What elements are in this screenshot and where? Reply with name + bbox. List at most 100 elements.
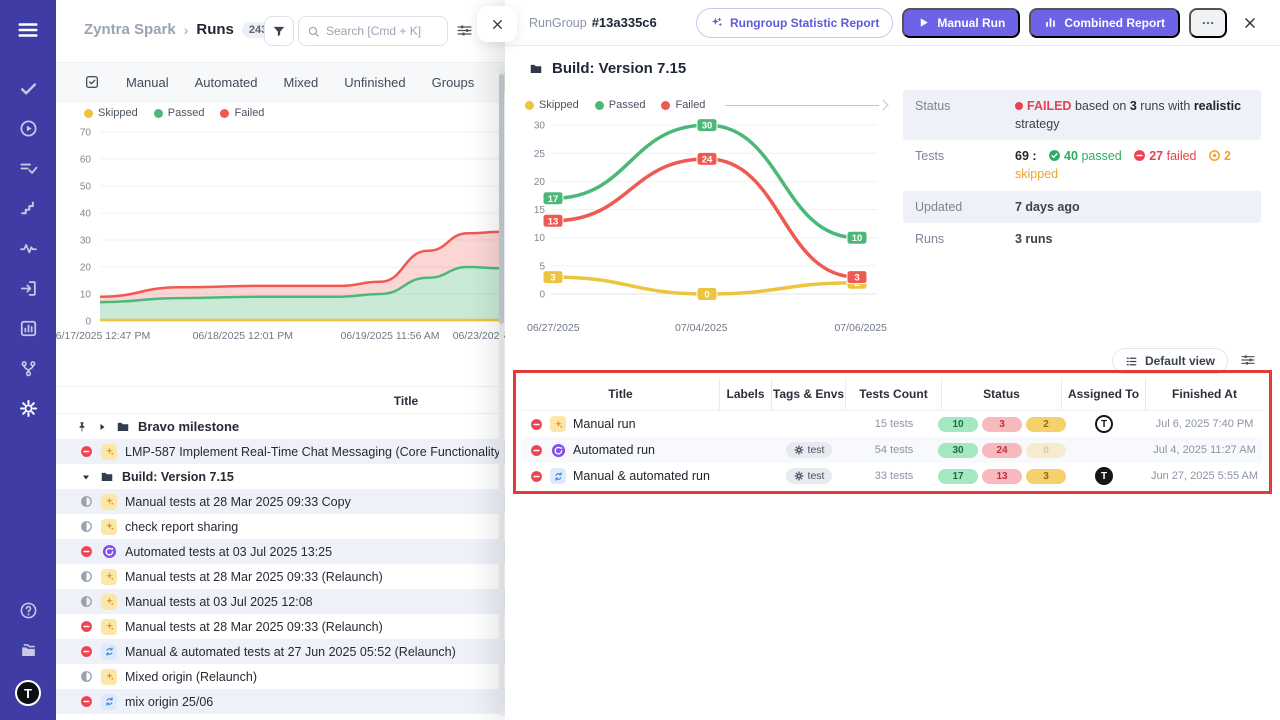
run-type-manual-icon [101, 594, 117, 610]
run-list-row[interactable]: LMP-587 Implement Real-Time Chat Messagi… [56, 439, 505, 464]
build-chart-xlabels: 06/27/202507/04/202507/06/2025 [525, 322, 887, 336]
run-list-row[interactable]: Manual tests at 28 Mar 2025 09:33 (Relau… [56, 614, 505, 639]
rungroup-id: #13a335c6 [592, 15, 657, 30]
table-settings-icon[interactable] [1240, 352, 1258, 370]
status-pill-passed: 17 [938, 469, 978, 484]
tab-automated[interactable]: Automated [195, 75, 258, 90]
svg-text:15: 15 [534, 205, 546, 216]
breadcrumb-project[interactable]: Zyntra Spark [84, 21, 176, 38]
x-tick-label: 06/18/2025 12:01 PM [178, 330, 308, 342]
assignee-avatar[interactable]: T [1095, 415, 1113, 433]
runs-table: TitleLabelsTags & EnvsTests CountStatusA… [522, 378, 1263, 486]
status-pills: 1032 [938, 417, 1066, 432]
run-title-cell: Automated run [522, 442, 720, 458]
run-type-manual-icon [101, 619, 117, 635]
tag-pill[interactable]: test [786, 442, 833, 458]
svg-text:20: 20 [80, 263, 92, 274]
tests-count-cell: 15 tests [846, 418, 942, 430]
status-cell: 30240 [942, 443, 1062, 458]
legend-item-failed[interactable]: Failed [220, 107, 264, 119]
manual-run-button[interactable]: Manual Run [902, 8, 1020, 38]
legend-dot-icon [525, 101, 534, 110]
tag-label: test [808, 444, 825, 456]
tab-groups[interactable]: Groups [432, 75, 475, 90]
default-view-label: Default view [1145, 354, 1215, 368]
detail-row-runs: Runs 3 runs [903, 223, 1261, 255]
scrollbar-thumb[interactable] [499, 74, 504, 324]
requirements-icon[interactable] [0, 268, 56, 308]
run-list-row[interactable]: Mixed origin (Relaunch) [56, 664, 505, 689]
assigned-cell: T [1062, 467, 1146, 485]
table-row[interactable]: Automated runtest54 tests30240Jul 4, 202… [522, 437, 1263, 463]
in-progress-status-icon [80, 495, 93, 508]
run-title: Manual tests at 28 Mar 2025 09:33 Copy [125, 495, 351, 509]
tests-label: Tests [915, 147, 1015, 183]
x-tick-label: 06/23/2025 5:52 PM [435, 330, 505, 342]
run-title: Mixed origin (Relaunch) [125, 670, 257, 684]
gear-icon [794, 445, 804, 455]
failed-status-icon [80, 645, 93, 658]
tab-manual[interactable]: Manual [126, 75, 169, 90]
help-icon[interactable] [0, 590, 56, 630]
test-cases-icon[interactable] [0, 68, 56, 108]
column-header-title: Title [356, 394, 456, 408]
topbar: Zyntra Spark › Runs 243 [56, 0, 505, 62]
folder-icon [116, 420, 130, 434]
legend-dot-icon [154, 109, 163, 118]
menu-icon[interactable] [0, 10, 56, 50]
milestone-row[interactable]: Bravo milestone [56, 414, 505, 439]
runs-icon[interactable] [0, 108, 56, 148]
legend-item-failed[interactable]: Failed [661, 99, 705, 111]
settings-icon[interactable] [0, 388, 56, 428]
view-settings-icon[interactable] [456, 22, 476, 42]
reports-icon[interactable] [0, 308, 56, 348]
assignee-avatar[interactable]: T [1095, 467, 1113, 485]
run-list-row[interactable]: mix origin 25/06 [56, 689, 505, 714]
svg-text:10: 10 [852, 233, 863, 244]
build-row[interactable]: Build: Version 7.15 [56, 464, 505, 489]
rungroup-drawer: RunGroup #13a335c6 Rungroup Statistic Re… [505, 0, 1280, 720]
svg-text:30: 30 [534, 121, 546, 132]
legend-item-skipped[interactable]: Skipped [84, 107, 138, 119]
breadcrumb: Zyntra Spark › Runs 243 [84, 21, 274, 38]
workflow-icon[interactable] [0, 348, 56, 388]
table-row[interactable]: Manual & automated runtest33 tests17133T… [522, 463, 1263, 489]
table-row[interactable]: Manual run15 tests1032TJul 6, 2025 7:40 … [522, 411, 1263, 437]
steps-icon[interactable] [0, 188, 56, 228]
pin-icon [76, 421, 88, 433]
run-list-row[interactable]: Automated tests at 03 Jul 2025 13:25 [56, 539, 505, 564]
more-actions-button[interactable] [1189, 8, 1227, 38]
activity-icon[interactable] [0, 228, 56, 268]
run-list-row[interactable]: Manual tests at 03 Jul 2025 12:08 [56, 589, 505, 614]
tag-pill[interactable]: test [786, 468, 833, 484]
filter-button[interactable] [264, 16, 294, 46]
drawer-close-button[interactable] [1236, 9, 1264, 37]
scrollbar[interactable] [499, 66, 504, 716]
bar-chart-icon [1044, 16, 1057, 29]
rungroup-details: Status FAILED based on 3 runs with reali… [903, 90, 1261, 255]
tab-mixed[interactable]: Mixed [284, 75, 319, 90]
search-input[interactable] [326, 24, 439, 38]
svg-text:3: 3 [550, 273, 555, 284]
svg-text:13: 13 [548, 216, 559, 227]
run-type-manual-icon [101, 669, 117, 685]
tab-unfinished[interactable]: Unfinished [344, 75, 405, 90]
projects-icon[interactable] [0, 630, 56, 670]
run-list-row[interactable]: Manual tests at 28 Mar 2025 09:33 (Relau… [56, 564, 505, 589]
run-title: Manual tests at 03 Jul 2025 12:08 [125, 595, 313, 609]
run-list-row[interactable]: Manual & automated tests at 27 Jun 2025 … [56, 639, 505, 664]
run-list-row[interactable]: Manual tests at 28 Mar 2025 09:33 Copy [56, 489, 505, 514]
legend-item-passed[interactable]: Passed [595, 99, 646, 111]
run-list-row[interactable]: check report sharing [56, 514, 505, 539]
skipped-circle-icon [1208, 149, 1221, 162]
select-all-icon[interactable] [84, 74, 100, 90]
build-chart-legend: Skipped Passed Failed [525, 96, 887, 114]
legend-item-passed[interactable]: Passed [154, 107, 205, 119]
drawer-title: RunGroup #13a335c6 [529, 15, 657, 30]
run-type-mixed-icon [101, 694, 117, 710]
rungroup-statistic-report-button[interactable]: Rungroup Statistic Report [696, 8, 893, 38]
combined-report-button[interactable]: Combined Report [1029, 8, 1180, 38]
legend-item-skipped[interactable]: Skipped [525, 99, 579, 111]
plans-icon[interactable] [0, 148, 56, 188]
user-avatar[interactable]: T [15, 680, 41, 706]
